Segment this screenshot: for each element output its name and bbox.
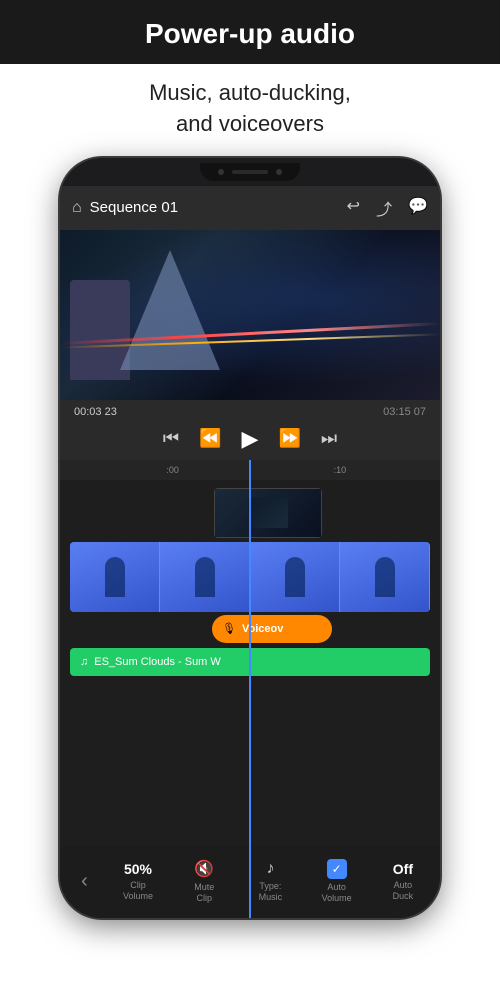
undo-icon[interactable]: ↩ [347,196,360,220]
auto-duck-item[interactable]: Off AutoDuck [377,861,429,902]
comment-icon[interactable]: 💬 [408,196,428,220]
header-title: Power-up audio [20,18,480,50]
playback-controls: ⏮ ⏪ ▶ ⏩ ⏭ [60,422,440,456]
camera-dot [218,169,224,175]
toolbar-back-button[interactable]: ‹ [71,860,98,903]
person-silhouette-2 [195,557,215,597]
mute-icon: 🔇 [194,859,214,879]
subtitle-text: Music, auto-ducking,and voiceovers [20,78,480,140]
auto-volume-item[interactable]: ✓ AutoVolume [311,859,363,904]
home-icon[interactable]: ⌂ [72,199,82,217]
skip-back-button[interactable]: ⏮ [163,428,179,449]
music-type-icon: ♪ [266,860,274,878]
mute-clip-item[interactable]: 🔇 MuteClip [178,859,230,904]
auto-duck-label: AutoDuck [393,880,414,902]
clip-volume-item[interactable]: 50% ClipVolume [112,861,164,902]
person-silhouette-4 [375,557,395,597]
auto-volume-label: AutoVolume [322,882,352,904]
blue-thumb-3 [250,542,340,612]
person-silhouette-1 [105,557,125,597]
playhead-line [249,460,251,918]
sensor-dot [276,169,282,175]
total-time: 03:15 07 [383,406,426,418]
person-silhouette-3 [285,557,305,597]
play-button[interactable]: ▶ [242,426,259,452]
phone-device: ⌂ Sequence 01 ↩ ⤴ 💬 00:03 23 [60,158,440,918]
blue-thumb-1 [70,542,160,612]
clip-volume-value: 50% [124,861,152,877]
topbar-actions: ↩ ⤴ 💬 [347,196,428,220]
music-track-icon: ♫ [80,656,88,668]
share-icon[interactable]: ⤴ [376,196,392,220]
skip-forward-button[interactable]: ⏭ [321,428,337,449]
phone-notch [200,163,300,181]
clip-volume-label: ClipVolume [123,880,153,902]
video-clip-track[interactable] [214,488,322,538]
app-screen: ⌂ Sequence 01 ↩ ⤴ 💬 00:03 23 [60,186,440,918]
blue-thumb-4 [340,542,430,612]
video-thumbnail [214,488,322,538]
voiceover-icon: 🎙 [222,622,236,635]
mute-label: MuteClip [194,882,214,904]
phone-top-bar [60,158,440,186]
music-track-label: ES_Sum Clouds - Sum W [94,656,221,668]
auto-volume-checkbox[interactable]: ✓ [327,859,347,879]
voiceover-track[interactable]: 🎙 Voiceov [212,615,332,643]
time-display: 00:03 23 03:15 07 [60,406,440,422]
crystal-element [120,250,220,370]
type-music-item[interactable]: ♪ Type:Music [244,860,296,903]
frame-back-button[interactable]: ⏪ [199,428,221,449]
video-preview [60,230,440,400]
speaker-grill [232,170,268,174]
frame-forward-button[interactable]: ⏩ [278,428,300,449]
blue-thumb-2 [160,542,250,612]
sequence-title: Sequence 01 [90,199,347,216]
subtitle-section: Music, auto-ducking,and voiceovers [0,64,500,158]
ruler-marker-0: :00 [166,465,179,475]
auto-duck-value: Off [393,861,413,877]
current-time: 00:03 23 [74,406,117,418]
app-topbar: ⌂ Sequence 01 ↩ ⤴ 💬 [60,186,440,230]
phone-wrapper: ⌂ Sequence 01 ↩ ⤴ 💬 00:03 23 [0,158,500,918]
playback-section: 00:03 23 03:15 07 ⏮ ⏪ ▶ ⏩ ⏭ [60,400,440,460]
type-music-label: Type:Music [259,881,283,903]
ruler-marker-10: :10 [334,465,347,475]
header-banner: Power-up audio [0,0,500,64]
